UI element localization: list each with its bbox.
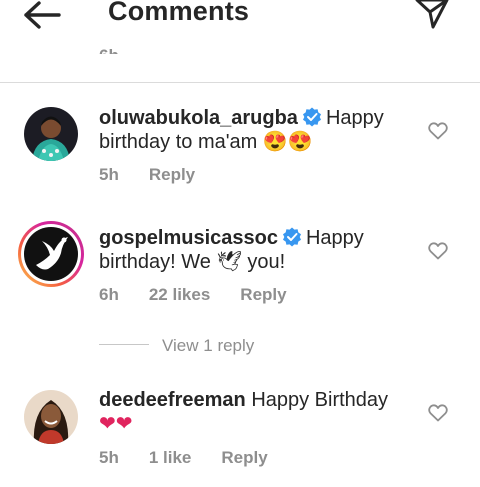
heart-icon[interactable] xyxy=(428,122,448,140)
comment-meta: 6h 22 likes Reply xyxy=(99,285,317,305)
comment-username[interactable]: gospelmusicassoc xyxy=(99,227,278,249)
reply-button[interactable]: Reply xyxy=(221,448,267,467)
view-replies-line xyxy=(99,344,149,345)
comment-meta: 5h 1 like Reply xyxy=(99,448,298,468)
comment-text: gospelmusicassoc Happy birthday! We 🕊 yo… xyxy=(99,226,409,274)
comment-text: deedeefreeman Happy Birthday ❤❤ xyxy=(99,388,409,436)
previous-comment-time: 6h xyxy=(99,42,119,54)
comment-text: oluwabukola_arugba Happy birthday to ma'… xyxy=(99,106,409,154)
verified-badge-icon xyxy=(302,107,321,127)
likes-count[interactable]: 22 likes xyxy=(149,285,210,304)
story-ring[interactable] xyxy=(18,221,84,287)
back-arrow-icon[interactable] xyxy=(22,0,62,30)
heart-icon[interactable] xyxy=(428,404,448,422)
avatar[interactable] xyxy=(24,390,78,444)
send-icon[interactable] xyxy=(414,0,450,30)
comment-username[interactable]: deedeefreeman xyxy=(99,389,246,411)
page-title: Comments xyxy=(108,0,250,26)
comments-header: Comments 6h xyxy=(0,0,480,83)
comment-time: 6h xyxy=(99,285,119,304)
reply-button[interactable]: Reply xyxy=(149,165,195,184)
comment-time: 5h xyxy=(99,165,119,184)
avatar xyxy=(24,227,78,281)
heart-icon[interactable] xyxy=(428,242,448,260)
comment-time: 5h xyxy=(99,448,119,467)
comment-meta: 5h Reply xyxy=(99,165,225,185)
view-replies-label: View 1 reply xyxy=(162,336,255,355)
reply-button[interactable]: Reply xyxy=(240,285,286,304)
likes-count[interactable]: 1 like xyxy=(149,448,192,467)
verified-badge-icon xyxy=(282,227,301,247)
avatar[interactable] xyxy=(24,107,78,161)
comment-username[interactable]: oluwabukola_arugba xyxy=(99,107,298,129)
